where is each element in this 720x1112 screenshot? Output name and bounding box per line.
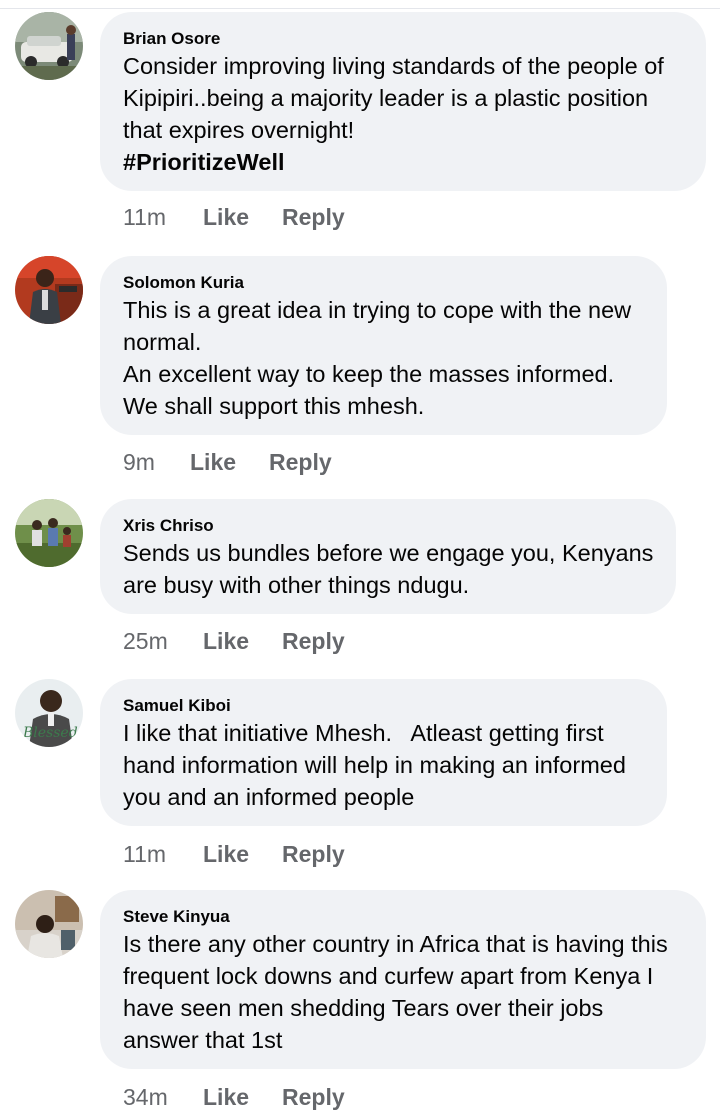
comment-author[interactable]: Xris Chriso <box>123 515 652 537</box>
hashtag-link[interactable]: #PrioritizeWell <box>123 146 682 178</box>
comment-author[interactable]: Samuel Kiboi <box>123 695 643 717</box>
comment-timestamp[interactable]: 11m <box>123 203 203 231</box>
divider <box>0 8 720 9</box>
comment-line: We shall support this mhesh. <box>123 393 425 419</box>
reply-button[interactable]: Reply <box>282 203 345 231</box>
avatar[interactable] <box>15 256 83 324</box>
comment-line: normal. <box>123 329 202 355</box>
comment-line: I like that initiative Mhesh. Atleast ge… <box>123 720 604 746</box>
comment-bubble: Solomon Kuria This is a great idea in tr… <box>100 256 667 435</box>
comment-line: This is a great idea in trying to cope w… <box>123 297 632 323</box>
comment-line: An excellent way to keep the masses info… <box>123 361 615 387</box>
comment-text: This is a great idea in trying to cope w… <box>123 294 643 422</box>
comment-line: are busy with other things ndugu. <box>123 572 470 598</box>
comment-author[interactable]: Brian Osore <box>123 28 682 50</box>
comment-actions: 25m Like Reply <box>123 627 345 655</box>
avatar[interactable] <box>15 499 83 567</box>
reply-button[interactable]: Reply <box>269 448 332 476</box>
comment-text: I like that initiative Mhesh. Atleast ge… <box>123 717 643 813</box>
reply-button[interactable]: Reply <box>282 627 345 655</box>
comment-timestamp[interactable]: 9m <box>123 448 190 476</box>
comment-text: Sends us bundles before we engage you, K… <box>123 537 654 601</box>
comment-line: Kipipiri..being a majority leader is a p… <box>123 85 649 111</box>
comment-bubble: Xris Chriso Sends us bundles before we e… <box>100 499 676 614</box>
comment-line: answer that 1st <box>123 1027 283 1053</box>
comment-line: that expires overnight! <box>123 117 355 143</box>
comment-line: frequent lock downs and curfew apart fro… <box>123 963 654 989</box>
svg-text:Blessed: Blessed <box>22 725 78 741</box>
comment-bubble: Steve Kinyua Is there any other country … <box>100 890 706 1069</box>
comment-bubble: Brian Osore Consider improving living st… <box>100 12 706 191</box>
comment-line: you and an informed people <box>123 784 415 810</box>
comment-timestamp[interactable]: 11m <box>123 840 203 868</box>
like-button[interactable]: Like <box>190 448 269 476</box>
comment-timestamp[interactable]: 25m <box>123 627 203 655</box>
comment-line: Is there any other country in Africa tha… <box>123 931 668 957</box>
comment-actions: 34m Like Reply <box>123 1083 345 1111</box>
comment-text: Is there any other country in Africa tha… <box>123 928 682 1056</box>
comment-author[interactable]: Steve Kinyua <box>123 906 682 928</box>
comment-bubble: Samuel Kiboi I like that initiative Mhes… <box>100 679 667 826</box>
reply-button[interactable]: Reply <box>282 840 345 868</box>
like-button[interactable]: Like <box>203 840 282 868</box>
comment-line: Sends us bundles before we engage you, K… <box>123 540 654 566</box>
comment-line: have seen men shedding Tears over their … <box>123 995 604 1021</box>
avatar[interactable] <box>15 890 83 958</box>
comment-line: Consider improving living standards of t… <box>123 53 664 79</box>
comment-actions: 11m Like Reply <box>123 840 345 868</box>
comment-actions: 11m Like Reply <box>123 203 345 231</box>
comment-text: Consider improving living standards of t… <box>123 50 682 178</box>
like-button[interactable]: Like <box>203 1083 282 1111</box>
comment-author[interactable]: Solomon Kuria <box>123 272 643 294</box>
comment-actions: 9m Like Reply <box>123 448 332 476</box>
reply-button[interactable]: Reply <box>282 1083 345 1111</box>
avatar[interactable]: Blessed <box>15 679 83 747</box>
comment-timestamp[interactable]: 34m <box>123 1083 203 1111</box>
like-button[interactable]: Like <box>203 203 282 231</box>
avatar[interactable] <box>15 12 83 80</box>
like-button[interactable]: Like <box>203 627 282 655</box>
comment-line: hand information will help in making an … <box>123 752 626 778</box>
